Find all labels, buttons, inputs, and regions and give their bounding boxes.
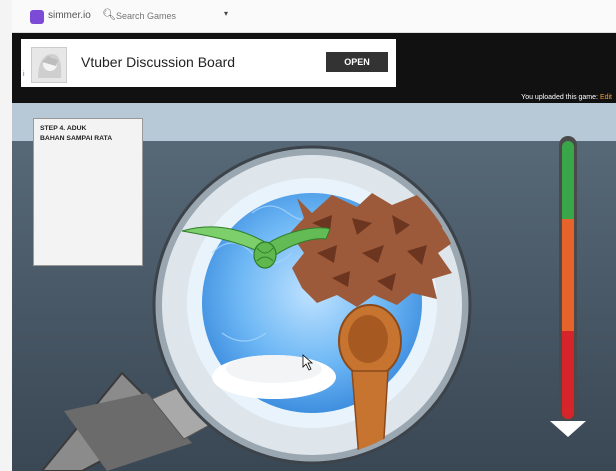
game-canvas[interactable]: STEP 4. ADUK BAHAN SAMPAI RATA	[12, 103, 616, 471]
search-icon[interactable]: 🔍︎	[102, 8, 116, 21]
ad-avatar-image	[31, 47, 67, 83]
arrow-down-icon	[550, 421, 586, 437]
site-name[interactable]: simmer.io	[48, 10, 91, 21]
browser-frame: simmer.io 🔍︎ ▾ i Vtuber Discussion Board…	[12, 0, 616, 471]
white-flour	[212, 355, 336, 399]
search-input[interactable]	[116, 8, 216, 24]
edit-game-link[interactable]: Edit	[600, 94, 612, 101]
simmer-logo-icon[interactable]	[30, 10, 44, 24]
top-navigation-bar: simmer.io 🔍︎ ▾	[12, 0, 616, 33]
mixing-meter-red-zone	[562, 331, 574, 419]
upload-notice-text: You uploaded this game:	[521, 94, 598, 101]
mixing-meter-green-zone	[562, 141, 574, 219]
ad-open-button[interactable]: OPEN	[326, 52, 388, 72]
instruction-panel: STEP 4. ADUK BAHAN SAMPAI RATA	[33, 118, 143, 266]
instruction-text: STEP 4. ADUK BAHAN SAMPAI RATA	[40, 125, 113, 142]
ad-title: Vtuber Discussion Board	[81, 54, 236, 70]
upload-notice: You uploaded this game: Edit	[412, 94, 612, 101]
ad-info-icon[interactable]: i	[23, 71, 25, 78]
advertisement-banner[interactable]: i Vtuber Discussion Board OPEN	[21, 39, 396, 87]
mixing-meter-orange-zone	[562, 219, 574, 331]
chevron-down-icon[interactable]: ▾	[224, 9, 228, 18]
